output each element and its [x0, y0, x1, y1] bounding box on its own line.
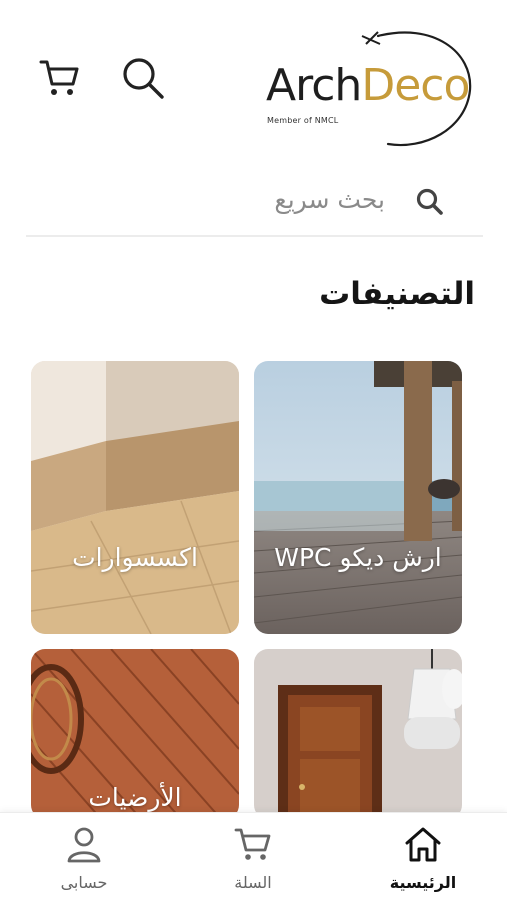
- logo-deco-text: Deco: [361, 60, 470, 111]
- home-icon: [403, 824, 443, 864]
- wpc-deck-photo: [254, 361, 462, 634]
- category-card-wpc[interactable]: ارش ديكو WPC: [254, 361, 462, 634]
- logo-arch-text: Arch: [266, 60, 362, 111]
- quick-search-bar[interactable]: بحث سريع: [26, 175, 483, 237]
- search-placeholder[interactable]: بحث سريع: [274, 185, 385, 214]
- cart-icon: [233, 824, 273, 864]
- category-label: اكسسوارات: [72, 543, 198, 572]
- wooden-door-photo: [254, 649, 462, 819]
- category-label: الأرضيات: [88, 783, 182, 812]
- cart-icon[interactable]: [38, 56, 82, 100]
- category-label: ارش ديكو WPC: [274, 543, 442, 572]
- category-card-doors[interactable]: [254, 649, 462, 819]
- nav-account-label: حسابى: [60, 873, 108, 892]
- user-icon: [64, 824, 104, 864]
- skirting-board-photo: [31, 361, 239, 634]
- bottom-navigation: الرئيسية السلة حسابى: [0, 812, 507, 900]
- category-card-accessories[interactable]: اكسسوارات: [31, 361, 239, 634]
- nav-cart-label: السلة: [234, 873, 272, 892]
- search-icon: [415, 187, 445, 217]
- logo-tagline: Member of NMCL: [267, 116, 339, 125]
- nav-account[interactable]: حسابى: [24, 813, 144, 900]
- brand-logo[interactable]: ArchDeco Member of NMCL: [258, 22, 476, 152]
- app-header: ArchDeco Member of NMCL: [0, 0, 507, 165]
- nav-home[interactable]: الرئيسية: [363, 813, 483, 900]
- nav-cart[interactable]: السلة: [193, 813, 313, 900]
- categories-title: التصنيفات: [319, 276, 475, 312]
- nav-home-label: الرئيسية: [389, 873, 457, 892]
- category-card-floors[interactable]: الأرضيات: [31, 649, 239, 819]
- logo-wordmark: ArchDeco: [266, 50, 470, 122]
- search-icon[interactable]: [120, 55, 166, 101]
